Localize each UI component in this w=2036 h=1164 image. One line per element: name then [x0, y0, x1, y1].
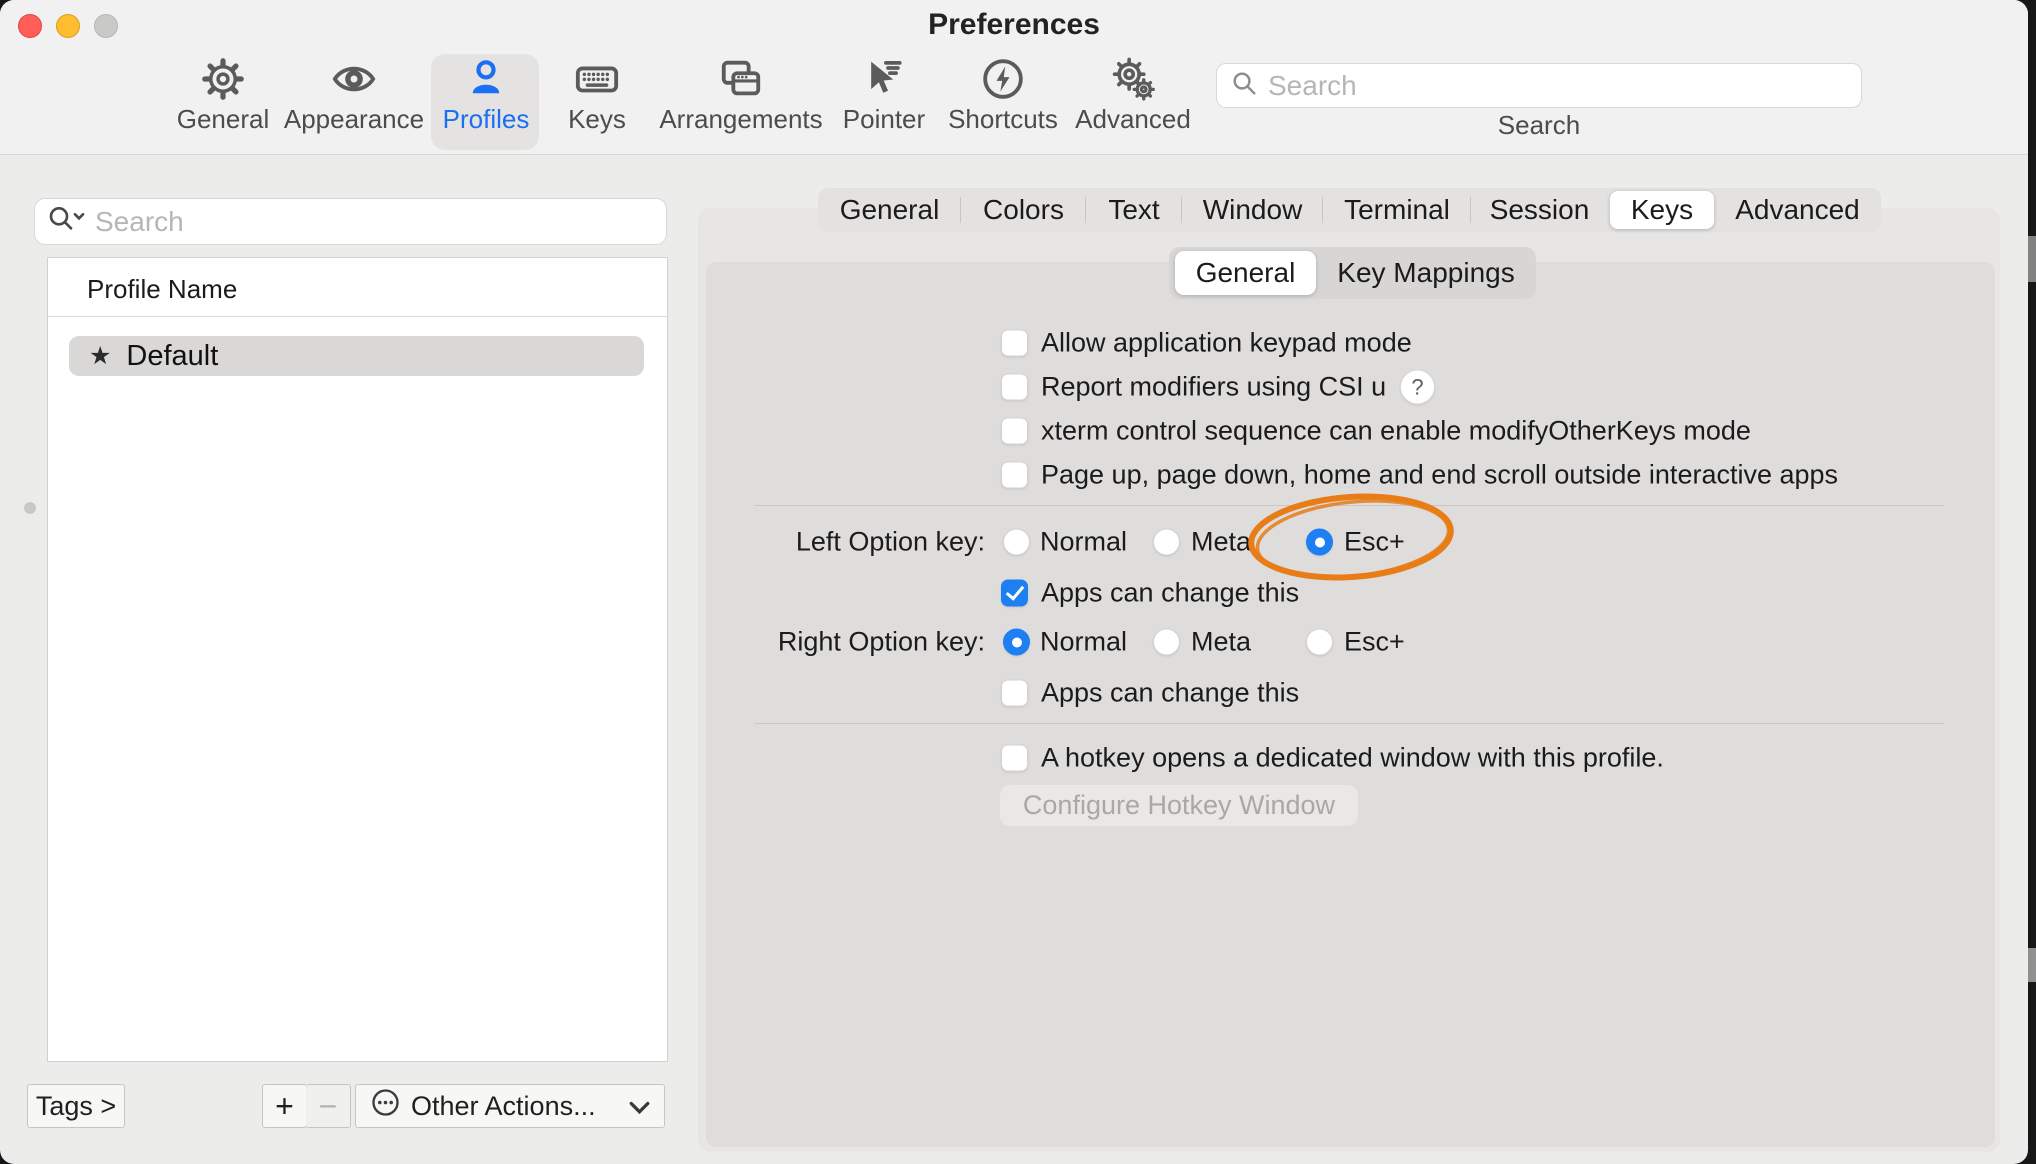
divider [755, 723, 1944, 724]
profile-name: Default [126, 340, 218, 373]
toolbar-item-label: Advanced [1075, 104, 1191, 135]
tab-colors[interactable]: Colors [961, 188, 1086, 232]
toolbar-search-input[interactable] [1268, 70, 1847, 102]
configure-hotkey-window-button[interactable]: Configure Hotkey Window [1000, 785, 1358, 826]
profile-list-header: Profile Name [87, 274, 237, 305]
left-apps-can-change-checkbox[interactable] [1001, 580, 1028, 607]
checkbox-label: Page up, page down, home and end scroll … [1041, 460, 1838, 491]
help-button[interactable]: ? [1400, 370, 1435, 405]
star-icon: ★ [89, 344, 111, 369]
left-option-esc-radio[interactable] [1306, 529, 1333, 556]
checkbox-label: xterm control sequence can enable modify… [1041, 416, 1751, 447]
csi-u-checkbox[interactable] [1001, 374, 1028, 401]
gears-icon [1110, 56, 1156, 102]
other-actions-dropdown[interactable]: Other Actions... [355, 1084, 665, 1128]
toolbar-item-label: Keys [568, 104, 626, 135]
search-icon [1231, 70, 1258, 102]
preferences-window: Preferences General [0, 0, 2028, 1164]
radio-label: Esc+ [1344, 527, 1405, 558]
background-window-fragment [2028, 236, 2036, 282]
lightning-icon [980, 56, 1026, 102]
right-option-key-label: Right Option key: [700, 627, 985, 658]
pane-resize-dot [24, 502, 36, 514]
ellipsis-circle-icon [370, 1087, 401, 1125]
radio-label: Normal [1040, 627, 1127, 658]
profile-row-default[interactable]: ★ Default [69, 336, 644, 376]
profile-tab-bar: General Colors Text Window Terminal Sess… [818, 188, 1881, 232]
gear-icon [202, 56, 244, 102]
toolbar-item-label: Shortcuts [948, 104, 1058, 135]
divider [48, 316, 667, 317]
tab-window[interactable]: Window [1182, 188, 1323, 232]
subtab-general[interactable]: General [1175, 251, 1316, 295]
tab-session[interactable]: Session [1471, 188, 1608, 232]
radio-label: Normal [1040, 527, 1127, 558]
left-option-key-label: Left Option key: [700, 527, 985, 558]
eye-icon [331, 56, 377, 102]
person-icon [464, 56, 508, 102]
keyboard-icon [574, 56, 620, 102]
keys-subtab-bar: General Key Mappings [1169, 247, 1536, 299]
subtab-key-mappings[interactable]: Key Mappings [1316, 247, 1536, 299]
radio-label: Meta [1191, 527, 1251, 558]
tags-button[interactable]: Tags > [27, 1084, 125, 1128]
profile-search-field[interactable] [34, 198, 667, 245]
tab-terminal[interactable]: Terminal [1323, 188, 1471, 232]
titlebar: Preferences General [0, 0, 2028, 155]
left-option-normal-radio[interactable] [1003, 529, 1030, 556]
tab-advanced[interactable]: Advanced [1716, 188, 1879, 232]
toolbar-item-label: Pointer [843, 104, 925, 135]
windows-icon [718, 56, 764, 102]
add-profile-button[interactable]: + [262, 1084, 307, 1128]
keypad-mode-checkbox[interactable] [1001, 330, 1028, 357]
left-option-meta-radio[interactable] [1153, 529, 1180, 556]
radio-label: Esc+ [1344, 627, 1405, 658]
toolbar-search-label: Search [1216, 110, 1862, 141]
tab-general[interactable]: General [818, 188, 961, 232]
right-option-esc-radio[interactable] [1306, 629, 1333, 656]
right-option-normal-radio[interactable] [1003, 629, 1030, 656]
screenshot-root: Preferences General [0, 0, 2036, 1164]
checkbox-label: A hotkey opens a dedicated window with t… [1041, 743, 1664, 774]
background-window-fragment [2028, 948, 2036, 982]
toolbar-search-field[interactable] [1216, 63, 1862, 108]
profile-list: Profile Name ★ Default [47, 257, 668, 1062]
search-menu-icon [47, 204, 87, 239]
scroll-outside-apps-checkbox[interactable] [1001, 462, 1028, 489]
checkbox-label: Apps can change this [1041, 678, 1299, 709]
hotkey-window-checkbox[interactable] [1001, 745, 1028, 772]
divider [755, 505, 1944, 506]
radio-label: Meta [1191, 627, 1251, 658]
toolbar-item-advanced[interactable]: Advanced [1048, 56, 1218, 135]
window-title: Preferences [0, 8, 2028, 42]
other-actions-label: Other Actions... [411, 1091, 629, 1122]
cursor-icon [862, 56, 906, 102]
toolbar-item-label: General [177, 104, 270, 135]
right-apps-can-change-checkbox[interactable] [1001, 680, 1028, 707]
checkbox-label: Apps can change this [1041, 578, 1299, 609]
checkbox-label: Allow application keypad mode [1041, 328, 1412, 359]
tab-keys[interactable]: Keys [1610, 191, 1714, 229]
profile-search-input[interactable] [95, 206, 654, 238]
remove-profile-button[interactable]: − [306, 1084, 351, 1128]
right-option-meta-radio[interactable] [1153, 629, 1180, 656]
modify-other-keys-checkbox[interactable] [1001, 418, 1028, 445]
checkbox-label: Report modifiers using CSI u [1041, 372, 1386, 403]
tab-text[interactable]: Text [1086, 188, 1182, 232]
chevron-down-icon [629, 1091, 650, 1122]
